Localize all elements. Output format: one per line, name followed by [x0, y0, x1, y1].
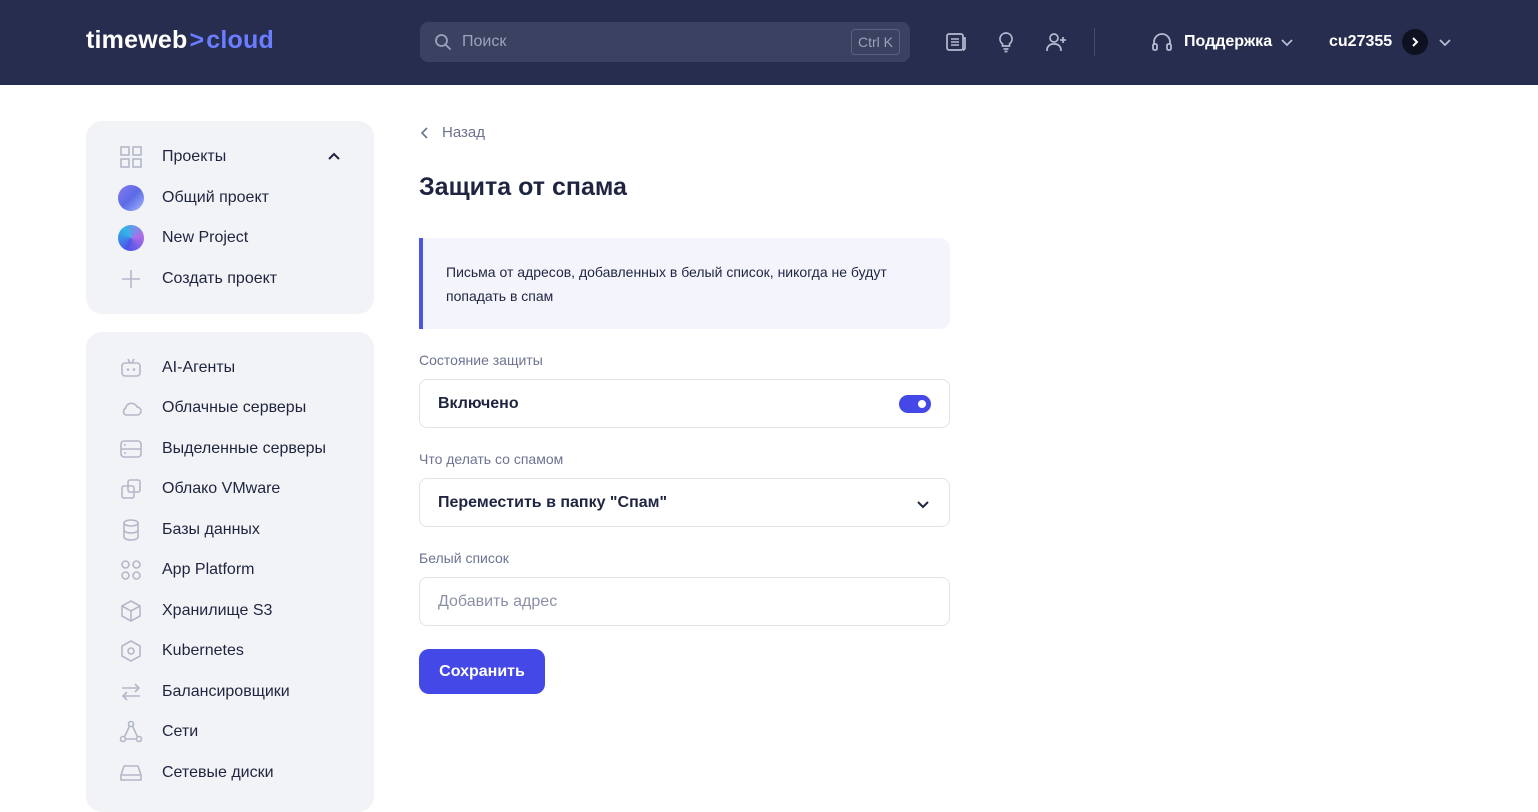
chevron-right-icon: [1412, 37, 1419, 47]
sidebar-item-label: App Platform: [162, 561, 255, 578]
spam-action-label: Что делать со спамом: [419, 451, 564, 467]
sidebar-item-label: AI-Агенты: [162, 359, 236, 376]
search-input[interactable]: [462, 22, 842, 62]
sidebar-item-s3-storage[interactable]: Хранилище S3: [118, 598, 272, 624]
create-project-button[interactable]: Создать проект: [118, 266, 277, 292]
search-shortcut: Ctrl K: [851, 29, 900, 55]
sidebar-item-label: Балансировщики: [162, 683, 290, 700]
spam-action-select[interactable]: Переместить в папку "Спам": [419, 478, 950, 527]
kubernetes-icon: [121, 640, 141, 662]
back-link[interactable]: Назад: [420, 124, 485, 141]
spam-action-value: Переместить в папку "Спам": [438, 493, 668, 511]
sidebar-item-app-platform[interactable]: App Platform: [118, 557, 254, 583]
chevron-up-icon[interactable]: [326, 149, 342, 165]
project-avatar: [118, 185, 144, 211]
sidebar-item-cloud-servers[interactable]: Облачные серверы: [118, 395, 306, 421]
sidebar-item-label: Kubernetes: [162, 642, 244, 659]
create-project-label: Создать проект: [162, 270, 278, 287]
vmware-icon: [121, 479, 141, 499]
protection-label: Состояние защиты: [419, 352, 543, 368]
sidebar-item-label: Хранилище S3: [162, 602, 273, 619]
cube-icon: [121, 600, 141, 622]
apps-icon: [121, 560, 141, 580]
sidebar-item-vmware[interactable]: Облако VMware: [118, 476, 280, 502]
sidebar-item-label: Выделенные серверы: [162, 440, 327, 457]
back-label: Назад: [442, 124, 485, 141]
sidebar-item-label: Сети: [162, 723, 199, 740]
project-item-new-project[interactable]: New Project: [118, 225, 248, 251]
sidebar-item-label: Сетевые диски: [162, 764, 274, 781]
toggle-knob: [918, 400, 926, 408]
logo-accent-text: cloud: [206, 26, 274, 54]
sidebar-item-ai-agents[interactable]: AI-Агенты: [118, 355, 235, 381]
chevron-down-icon: [1439, 39, 1451, 47]
arrows-icon: [121, 683, 141, 701]
search-icon: [435, 34, 451, 50]
whitelist-label: Белый список: [419, 550, 509, 566]
network-icon: [119, 720, 143, 743]
sidebar-item-label: Облачные серверы: [162, 399, 307, 416]
search-box[interactable]: Ctrl K: [420, 22, 910, 62]
add-user-icon[interactable]: [1044, 30, 1068, 54]
chevron-left-icon: [420, 126, 428, 139]
header-divider: [1094, 28, 1095, 56]
sidebar-item-balancers[interactable]: Балансировщики: [118, 679, 290, 705]
whitelist-field[interactable]: [419, 577, 950, 626]
sidebar-item-dedicated-servers[interactable]: Выделенные серверы: [118, 436, 326, 462]
support-label: Поддержка: [1184, 33, 1273, 50]
logo[interactable]: timeweb > cloud: [86, 26, 274, 55]
headset-icon: [1152, 33, 1172, 51]
sidebar-item-label: Базы данных: [162, 521, 260, 538]
chevron-down-icon: [917, 501, 929, 509]
top-bar: timeweb > cloud Ctrl K Поддержка cu27355: [0, 0, 1538, 85]
sidebar-item-network-disks[interactable]: Сетевые диски: [118, 760, 274, 786]
lightbulb-icon[interactable]: [994, 30, 1018, 54]
nav-panel: AI-Агенты Облачные серверы Выделенные се…: [86, 332, 374, 812]
page-title: Защита от спама: [419, 173, 627, 201]
projects-panel: Проекты Общий проект New Project Создать…: [86, 121, 374, 314]
database-icon: [123, 519, 139, 541]
chevron-down-icon: [1281, 39, 1293, 47]
user-menu[interactable]: cu27355: [1329, 28, 1452, 56]
projects-label: Проекты: [162, 148, 227, 165]
sidebar-item-databases[interactable]: Базы данных: [118, 517, 260, 543]
protection-toggle[interactable]: [899, 395, 931, 413]
support-menu[interactable]: Поддержка: [1150, 28, 1294, 56]
protection-toggle-row[interactable]: Включено: [419, 379, 950, 428]
sidebar-item-label: Облако VMware: [162, 480, 281, 497]
project-label: Общий проект: [162, 189, 269, 206]
robot-icon: [121, 358, 141, 377]
project-label: New Project: [162, 229, 249, 246]
news-icon[interactable]: [944, 30, 968, 54]
server-icon: [120, 440, 142, 458]
sidebar-item-networks[interactable]: Сети: [118, 719, 198, 745]
disk-icon: [120, 765, 142, 781]
sidebar-item-kubernetes[interactable]: Kubernetes: [118, 638, 244, 664]
project-item-general[interactable]: Общий проект: [118, 185, 269, 211]
grid-icon: [120, 146, 142, 168]
protection-value: Включено: [438, 394, 519, 412]
plus-icon: [122, 270, 140, 288]
project-avatar: [118, 225, 144, 251]
cloud-icon: [122, 402, 142, 416]
user-name: cu27355: [1329, 33, 1393, 50]
save-button[interactable]: Сохранить: [419, 649, 545, 694]
info-notice: Письма от адресов, добавленных в белый с…: [419, 238, 950, 329]
logo-main-text: timeweb: [86, 26, 188, 54]
whitelist-input[interactable]: [438, 592, 918, 611]
logo-separator: >: [189, 26, 205, 54]
user-arrow-badge: [1402, 29, 1429, 55]
projects-header[interactable]: Проекты: [118, 144, 226, 170]
